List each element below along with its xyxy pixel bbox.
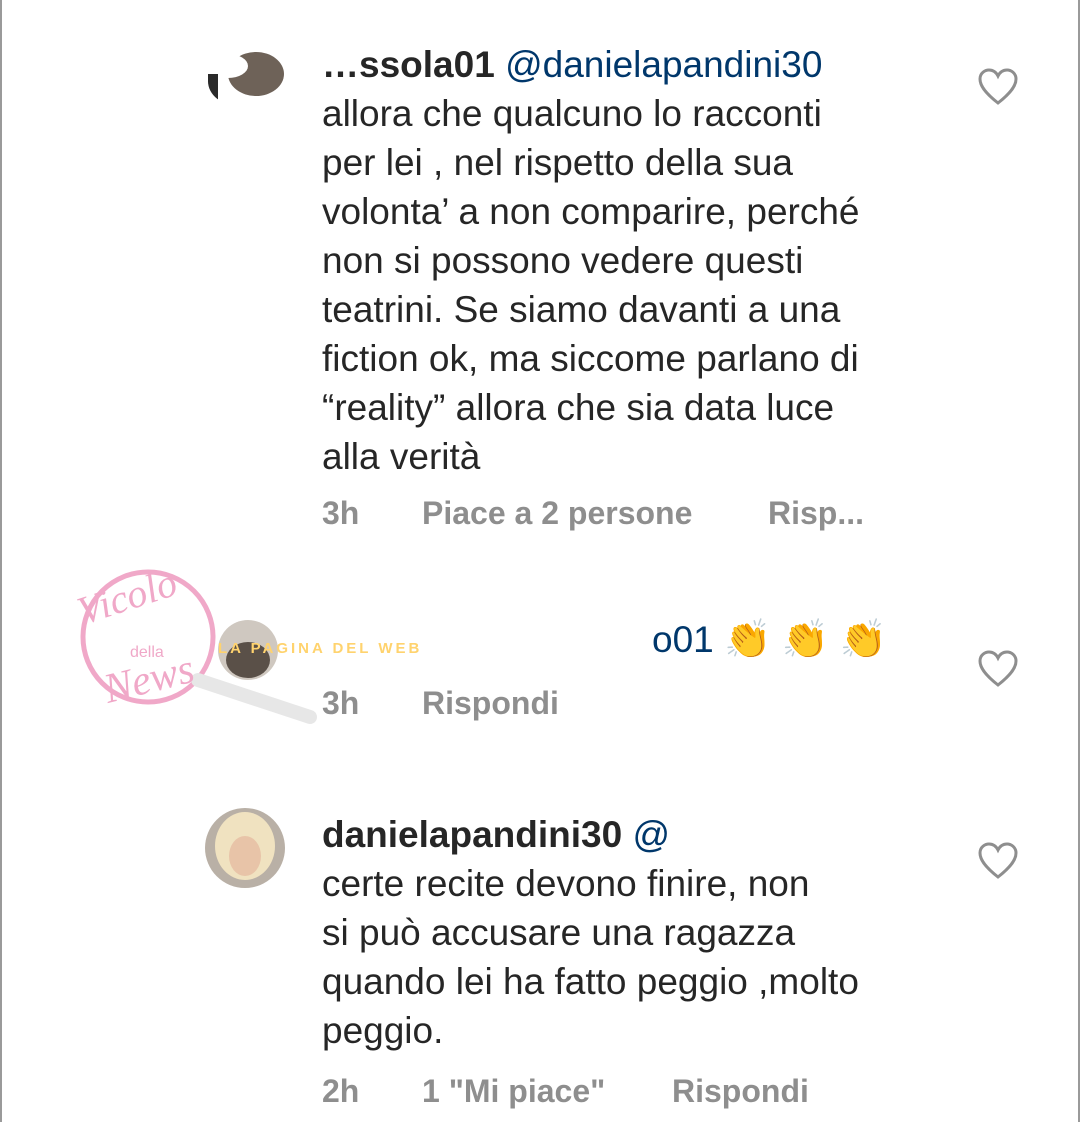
watermark-line-1: Vicolo bbox=[72, 565, 182, 634]
likes-count[interactable]: Piace a 2 persone bbox=[422, 495, 692, 532]
likes-count[interactable]: 1 "Mi piace" bbox=[422, 1073, 605, 1110]
frame-left-border bbox=[0, 0, 2, 1122]
mention-link[interactable]: @danielapandini30 bbox=[505, 44, 822, 85]
reply-button[interactable]: Risp... bbox=[768, 495, 864, 532]
like-heart-icon[interactable] bbox=[978, 68, 1018, 106]
comment-text: danielapandini30 @ certe recite devono f… bbox=[322, 810, 962, 1055]
mention-link[interactable]: o01 bbox=[652, 619, 714, 660]
vicolo-della-news-watermark: Vicolo della News LA PAGINA DEL WEB bbox=[48, 559, 488, 735]
comment-username[interactable]: …ssola01 bbox=[322, 44, 495, 85]
avatar[interactable] bbox=[205, 808, 285, 888]
watermark-line-3: News bbox=[98, 646, 198, 713]
reply-button[interactable]: Rispondi bbox=[672, 1073, 809, 1110]
comment-body: certe recite devono finire, non si può a… bbox=[322, 863, 859, 1051]
comment-time: 2h bbox=[322, 1073, 360, 1109]
comment-username[interactable]: danielapandini30 bbox=[322, 814, 622, 855]
like-heart-icon[interactable] bbox=[978, 650, 1018, 688]
comment-text: …ssola01 @danielapandini30 allora che qu… bbox=[322, 40, 962, 481]
comment-time: 3h bbox=[322, 495, 360, 531]
avatar[interactable] bbox=[208, 44, 286, 106]
clapping-hands-emoji: 👏 👏 👏 bbox=[724, 619, 888, 661]
comment-body: allora che qualcuno lo racconti per lei … bbox=[322, 93, 860, 477]
like-heart-icon[interactable] bbox=[978, 842, 1018, 880]
mention-link[interactable]: @ bbox=[632, 814, 670, 855]
avatar-image bbox=[208, 44, 286, 106]
watermark-banner: LA PAGINA DEL WEB bbox=[218, 640, 422, 657]
